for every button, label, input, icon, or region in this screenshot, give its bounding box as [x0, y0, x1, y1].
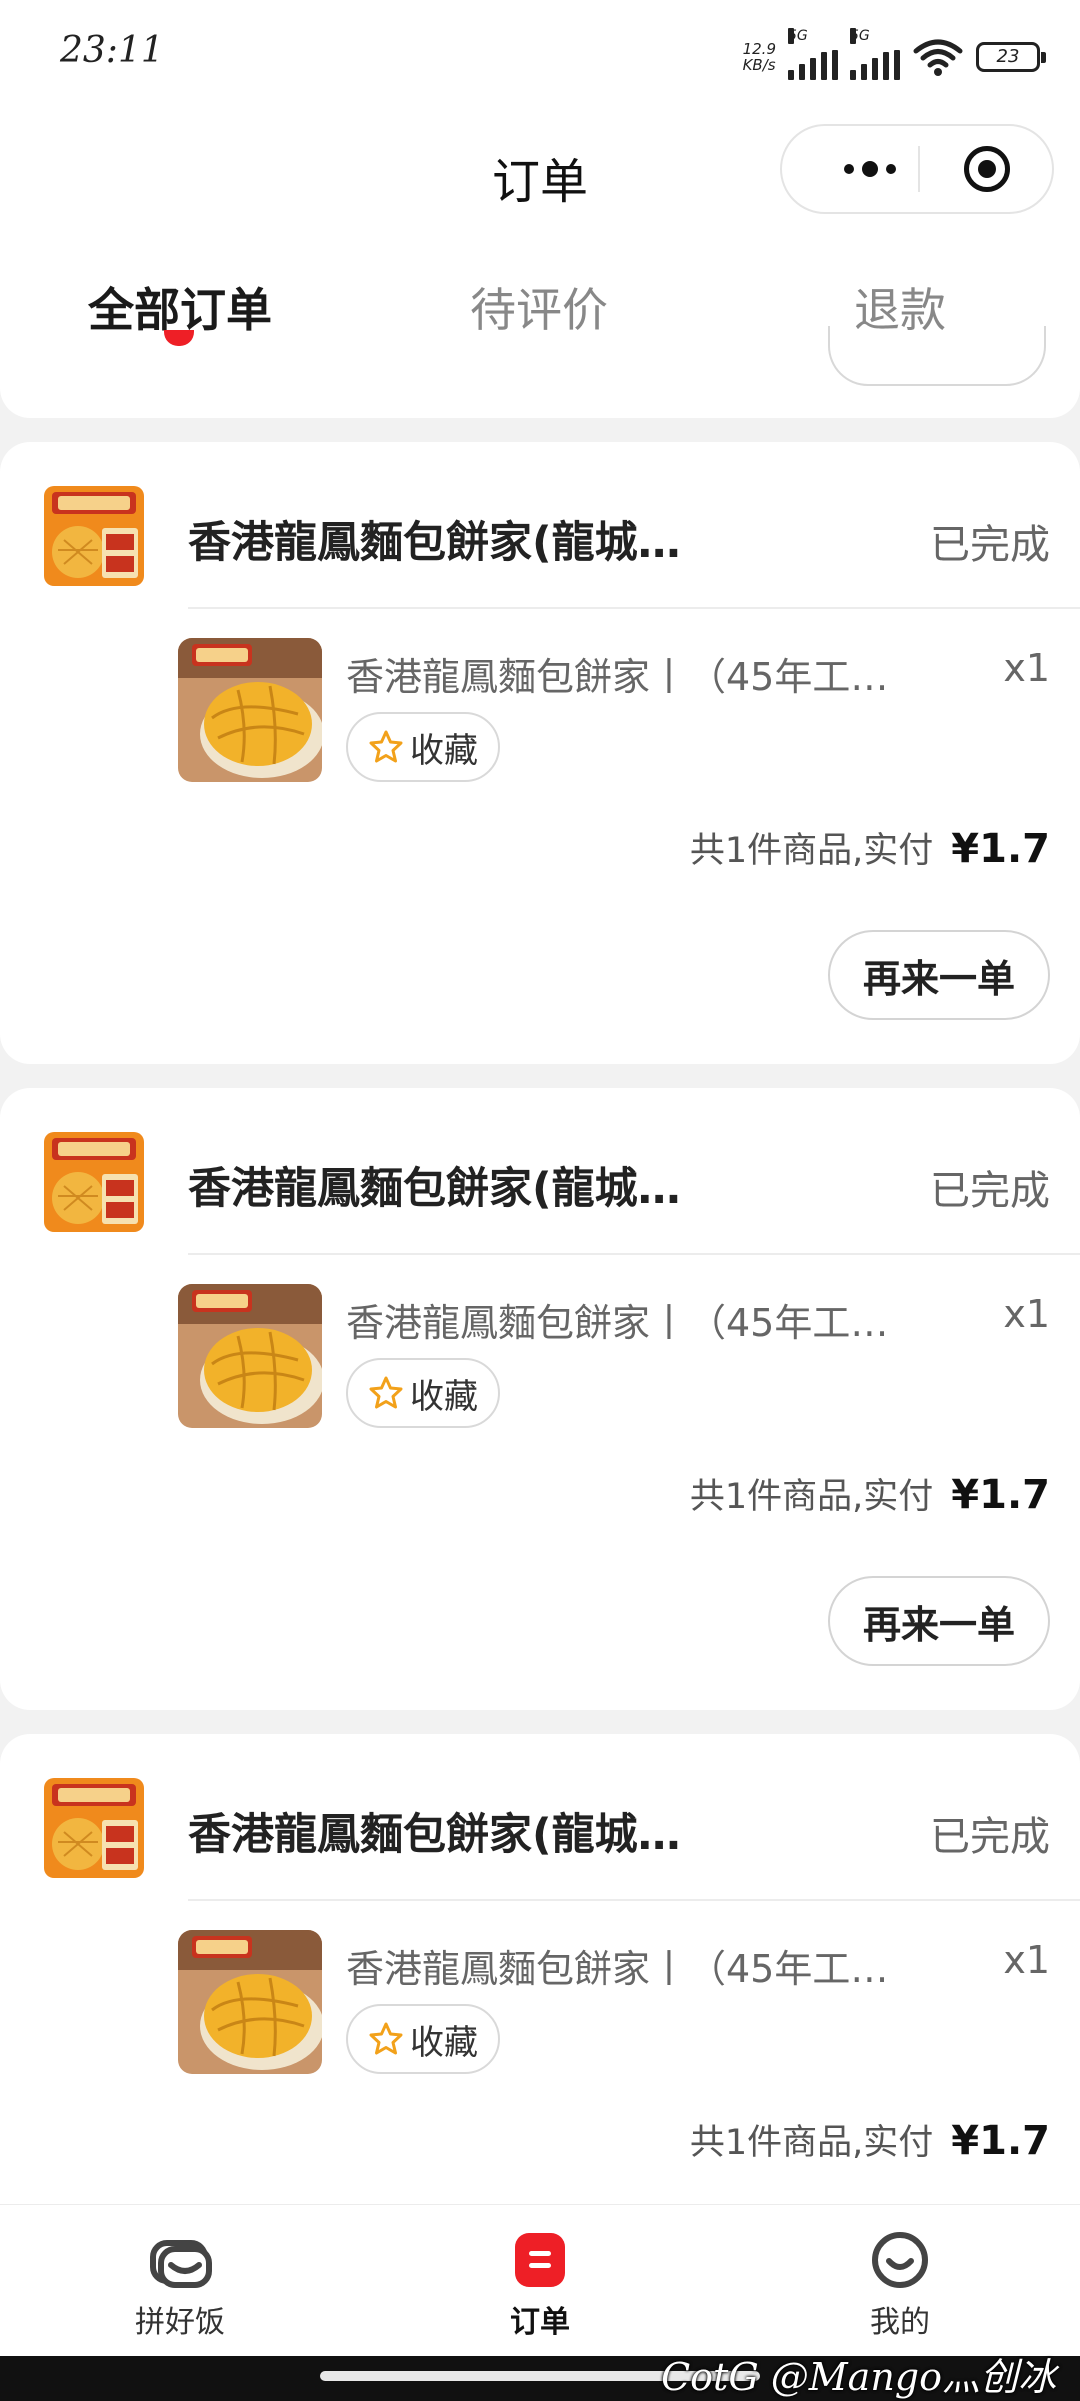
reorder-button-partial[interactable]	[828, 326, 1046, 386]
store-name[interactable]: 香港龍鳳麵包餅家(龍城…	[188, 1154, 728, 1216]
close-miniprogram-icon[interactable]	[964, 146, 1010, 192]
favorite-label: 收藏	[410, 730, 478, 771]
product-quantity: x1	[1003, 1292, 1050, 1336]
bowl-icon	[150, 2240, 212, 2288]
total-summary: 共1件商品,实付	[689, 831, 934, 871]
sim2-5g-label: 5G	[850, 28, 870, 44]
product-name: 香港龍鳳麵包餅家丨（45年工…	[346, 1301, 889, 1345]
network-speed-value: 12.9	[742, 40, 776, 58]
system-navigation-bar: CotG @Mango灬创冰	[0, 2355, 1080, 2401]
favorite-button[interactable]: 收藏	[346, 1358, 500, 1428]
order-total: 共1件商品,实付 ¥1.7	[690, 1468, 1050, 1519]
mini-program-capsule	[780, 124, 1054, 214]
capsule-divider	[918, 146, 920, 192]
order-status: 已完成	[930, 1168, 1050, 1214]
total-summary: 共1件商品,实付	[689, 1477, 934, 1517]
star-icon	[369, 2022, 403, 2055]
status-icons: 12.9 KB/s 5G 5G 23	[743, 28, 1046, 80]
product-image[interactable]	[178, 638, 322, 782]
favorite-label: 收藏	[410, 1376, 478, 1417]
favorite-button[interactable]: 收藏	[346, 712, 500, 782]
star-icon	[369, 730, 403, 763]
nav-label-mine: 我的	[870, 2305, 930, 2340]
order-total: 共1件商品,实付 ¥1.7	[690, 822, 1050, 873]
nav-orders[interactable]: 订单	[440, 2229, 640, 2341]
reorder-button[interactable]: 再来一单	[828, 930, 1050, 1020]
watermark: CotG @Mango灬创冰	[661, 2355, 1056, 2399]
order-status: 已完成	[930, 1814, 1050, 1860]
previous-order-card-partial	[0, 326, 1080, 418]
card-divider	[188, 607, 1080, 609]
total-price: ¥1.7	[951, 1472, 1050, 1518]
store-name[interactable]: 香港龍鳳麵包餅家(龍城…	[188, 1800, 728, 1862]
total-summary: 共1件商品,实付	[689, 2123, 934, 2163]
status-time: 23:11	[60, 30, 164, 71]
favorite-label: 收藏	[410, 2022, 478, 2063]
product-image[interactable]	[178, 1930, 322, 2074]
order-status: 已完成	[930, 522, 1050, 568]
active-tab-indicator	[164, 330, 194, 346]
more-menu-icon[interactable]	[820, 126, 920, 212]
app-header: 订单	[0, 118, 1080, 226]
order-icon	[515, 2233, 565, 2287]
order-card[interactable]: 香港龍鳳麵包餅家(龍城… 已完成 香港龍鳳麵包餅家丨（45年工… x1 收藏 共…	[0, 442, 1080, 1064]
star-icon	[369, 1376, 403, 1409]
network-speed-unit: KB/s	[742, 56, 776, 74]
bottom-navigation: 拼好饭 订单 我的	[0, 2204, 1080, 2357]
nav-label-pinhaofan: 拼好饭	[135, 2305, 225, 2340]
battery-icon: 23	[976, 42, 1046, 72]
nav-pinhaofan[interactable]: 拼好饭	[80, 2229, 280, 2341]
signal-icon: 5G	[850, 28, 900, 80]
store-logo[interactable]	[44, 1132, 144, 1232]
total-price: ¥1.7	[951, 826, 1050, 872]
smile-icon	[872, 2232, 928, 2288]
signal-icon: 5G	[788, 28, 838, 80]
status-bar: 23:11 12.9 KB/s 5G 5G 23	[0, 0, 1080, 118]
wifi-icon	[913, 39, 963, 76]
nav-label-orders: 订单	[510, 2305, 570, 2340]
order-card[interactable]: 香港龍鳳麵包餅家(龍城… 已完成 香港龍鳳麵包餅家丨（45年工… x1 收藏 共…	[0, 1088, 1080, 1710]
favorite-button[interactable]: 收藏	[346, 2004, 500, 2074]
order-total: 共1件商品,实付 ¥1.7	[690, 2114, 1050, 2165]
product-name: 香港龍鳳麵包餅家丨（45年工…	[346, 1947, 889, 1991]
store-name[interactable]: 香港龍鳳麵包餅家(龍城…	[188, 508, 728, 570]
store-logo[interactable]	[44, 486, 144, 586]
product-name: 香港龍鳳麵包餅家丨（45年工…	[346, 655, 889, 699]
reorder-button[interactable]: 再来一单	[828, 1576, 1050, 1666]
sim1-5g-label: 5G	[788, 28, 808, 44]
nav-mine[interactable]: 我的	[800, 2229, 1000, 2341]
store-logo[interactable]	[44, 1778, 144, 1878]
total-price: ¥1.7	[951, 2118, 1050, 2164]
product-quantity: x1	[1003, 646, 1050, 690]
tab-pending-review[interactable]: 待评价	[470, 274, 608, 340]
product-image[interactable]	[178, 1284, 322, 1428]
product-quantity: x1	[1003, 1938, 1050, 1982]
network-speed: 12.9 KB/s	[743, 41, 776, 73]
card-divider	[188, 1253, 1080, 1255]
card-divider	[188, 1899, 1080, 1901]
